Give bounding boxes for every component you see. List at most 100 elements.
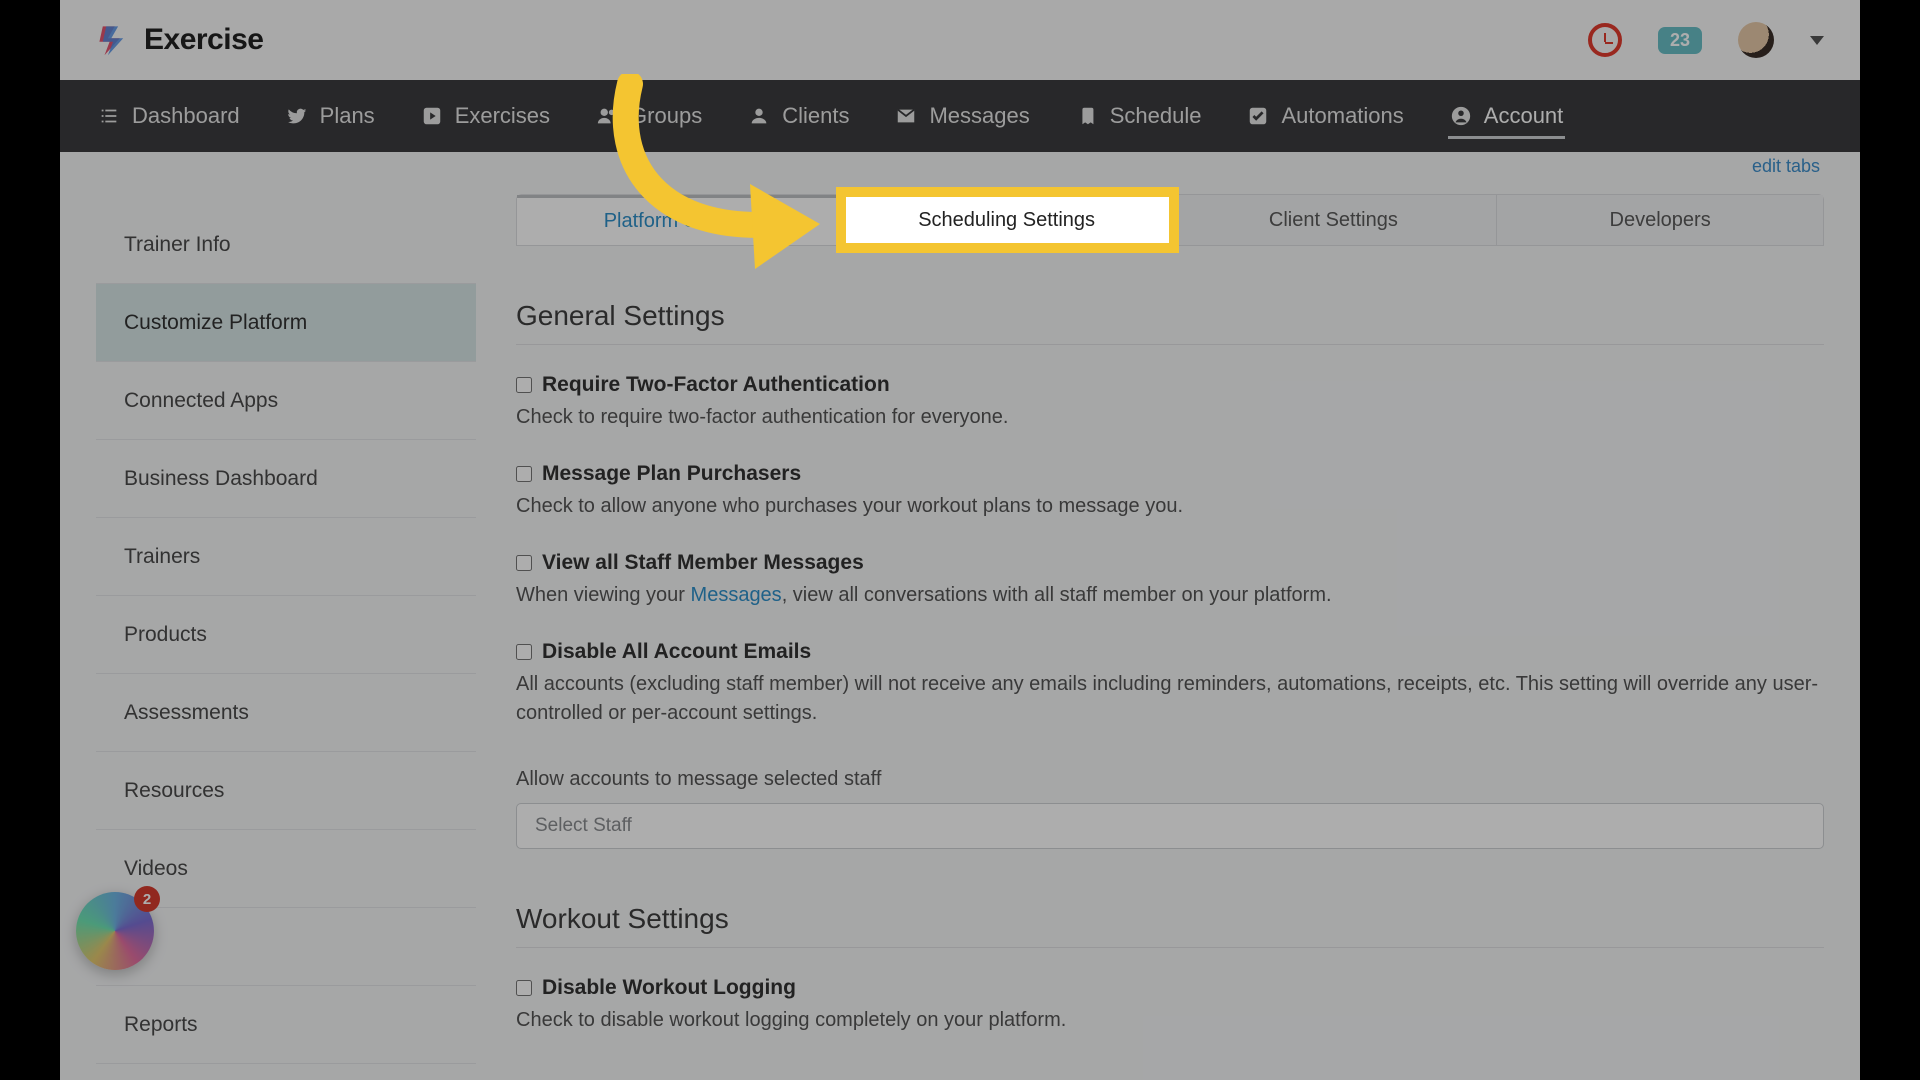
sidebar-item-resources[interactable]: Resources — [96, 752, 476, 830]
section-general-title: General Settings — [516, 300, 1824, 332]
sidebar-item-reports[interactable]: Reports — [96, 986, 476, 1064]
sidebar-item-label: Assessments — [124, 701, 249, 725]
option-title: Disable All Account Emails — [542, 640, 811, 664]
nav-messages[interactable]: Messages — [893, 93, 1031, 139]
sidebar-item-label: Reports — [124, 1013, 198, 1037]
help-widget-badge: 2 — [134, 886, 160, 912]
settings-tabs: Platform Settings Scheduling Settings Cl… — [516, 194, 1824, 246]
option-title: Disable Workout Logging — [542, 976, 796, 1000]
divider — [516, 947, 1824, 948]
nav-groups[interactable]: Groups — [594, 93, 704, 139]
tab-scheduling-settings[interactable]: Scheduling Settings — [844, 195, 1171, 245]
option-desc-text: , view all conversations with all staff … — [782, 584, 1332, 606]
option-desc-text: When viewing your — [516, 584, 691, 606]
option-title: Message Plan Purchasers — [542, 462, 801, 486]
option-disable-account-emails: Disable All Account Emails All accounts … — [516, 640, 1824, 728]
tab-developers[interactable]: Developers — [1497, 195, 1823, 245]
bird-icon — [286, 105, 308, 127]
option-disable-workout-logging: Disable Workout Logging Check to disable… — [516, 976, 1824, 1035]
settings-main: edit tabs Platform Settings Scheduling S… — [516, 152, 1824, 1080]
sidebar-item-trainers[interactable]: Trainers — [96, 518, 476, 596]
nav-label: Plans — [320, 103, 375, 129]
nav-schedule[interactable]: Schedule — [1074, 93, 1204, 139]
nav-plans[interactable]: Plans — [284, 93, 377, 139]
clock-icon[interactable] — [1588, 23, 1622, 57]
nav-label: Schedule — [1110, 103, 1202, 129]
avatar[interactable] — [1738, 22, 1774, 58]
topbar: Exercise 23 — [60, 0, 1860, 80]
chevron-down-icon[interactable] — [1810, 36, 1824, 45]
help-widget[interactable]: 2 — [76, 892, 154, 970]
checkbox-view-staff[interactable] — [516, 555, 532, 571]
option-view-staff-messages: View all Staff Member Messages When view… — [516, 551, 1824, 610]
nav-exercises[interactable]: Exercises — [419, 93, 552, 139]
nav-automations[interactable]: Automations — [1245, 93, 1405, 139]
sidebar-item-label: Customize Platform — [124, 311, 307, 335]
sidebar-item-label: Trainers — [124, 545, 200, 569]
brand[interactable]: Exercise — [96, 23, 263, 57]
option-desc: Check to disable workout logging complet… — [516, 1006, 1824, 1035]
account-icon — [1450, 105, 1472, 127]
tab-platform-settings[interactable]: Platform Settings — [517, 195, 844, 245]
sidebar-item-label: Trainer Info — [124, 233, 231, 257]
sidebar-item-truncated[interactable]: e — [96, 908, 476, 986]
tab-label: Developers — [1610, 209, 1711, 232]
nav-label: Automations — [1281, 103, 1403, 129]
option-message-plan-purchasers: Message Plan Purchasers Check to allow a… — [516, 462, 1824, 521]
nav-label: Groups — [630, 103, 702, 129]
edit-tabs-link[interactable]: edit tabs — [1752, 156, 1820, 177]
envelope-icon — [895, 105, 917, 127]
tab-client-settings[interactable]: Client Settings — [1171, 195, 1498, 245]
select-placeholder: Select Staff — [535, 815, 632, 837]
brand-name: Exercise — [144, 23, 263, 57]
users-icon — [596, 105, 618, 127]
sidebar-item-label: Resources — [124, 779, 224, 803]
tab-label: Platform Settings — [604, 210, 756, 233]
section-workout-title: Workout Settings — [516, 903, 1824, 935]
user-icon — [748, 105, 770, 127]
nav-account[interactable]: Account — [1448, 93, 1566, 139]
checkbox-message-plan[interactable] — [516, 466, 532, 482]
option-desc: When viewing your Messages, view all con… — [516, 581, 1824, 610]
app-window: Exercise 23 Dashboard Plans Exercises — [60, 0, 1860, 1080]
play-icon — [421, 105, 443, 127]
option-two-factor: Require Two-Factor Authentication Check … — [516, 373, 1824, 432]
sidebar-item-label: Products — [124, 623, 207, 647]
option-desc: Check to allow anyone who purchases your… — [516, 492, 1824, 521]
topbar-right: 23 — [1588, 22, 1824, 58]
sidebar-item-label: Business Dashboard — [124, 467, 318, 491]
settings-sidebar: Trainer Info Customize Platform Connecte… — [96, 152, 476, 1080]
sidebar-item-assessments[interactable]: Assessments — [96, 674, 476, 752]
select-staff-dropdown[interactable]: Select Staff — [516, 803, 1824, 849]
divider — [516, 344, 1824, 345]
checkbox-two-factor[interactable] — [516, 377, 532, 393]
sidebar-item-label: Videos — [124, 857, 188, 881]
tab-label: Client Settings — [1269, 209, 1398, 232]
tab-label: Scheduling Settings — [918, 209, 1095, 232]
option-title: View all Staff Member Messages — [542, 551, 864, 575]
sidebar-item-business-dashboard[interactable]: Business Dashboard — [96, 440, 476, 518]
nav-label: Account — [1484, 103, 1564, 129]
nav-label: Dashboard — [132, 103, 240, 129]
notification-badge[interactable]: 23 — [1658, 27, 1702, 54]
check-icon — [1247, 105, 1269, 127]
checkbox-disable-logging[interactable] — [516, 980, 532, 996]
sidebar-item-connected-apps[interactable]: Connected Apps — [96, 362, 476, 440]
messages-link[interactable]: Messages — [691, 584, 782, 606]
sidebar-item-products[interactable]: Products — [96, 596, 476, 674]
option-desc: Check to require two-factor authenticati… — [516, 403, 1824, 432]
brand-logo-icon — [96, 23, 130, 57]
sidebar-item-trainer-info[interactable]: Trainer Info — [96, 206, 476, 284]
main-nav: Dashboard Plans Exercises Groups Clients… — [60, 80, 1860, 152]
list-icon — [98, 105, 120, 127]
nav-clients[interactable]: Clients — [746, 93, 851, 139]
nav-label: Clients — [782, 103, 849, 129]
book-icon — [1076, 105, 1098, 127]
nav-label: Exercises — [455, 103, 550, 129]
sidebar-item-label: Connected Apps — [124, 389, 278, 413]
nav-dashboard[interactable]: Dashboard — [96, 93, 242, 139]
option-desc: All accounts (excluding staff member) wi… — [516, 670, 1824, 728]
sidebar-item-customize-platform[interactable]: Customize Platform — [96, 284, 476, 362]
checkbox-disable-emails[interactable] — [516, 644, 532, 660]
option-title: Require Two-Factor Authentication — [542, 373, 890, 397]
